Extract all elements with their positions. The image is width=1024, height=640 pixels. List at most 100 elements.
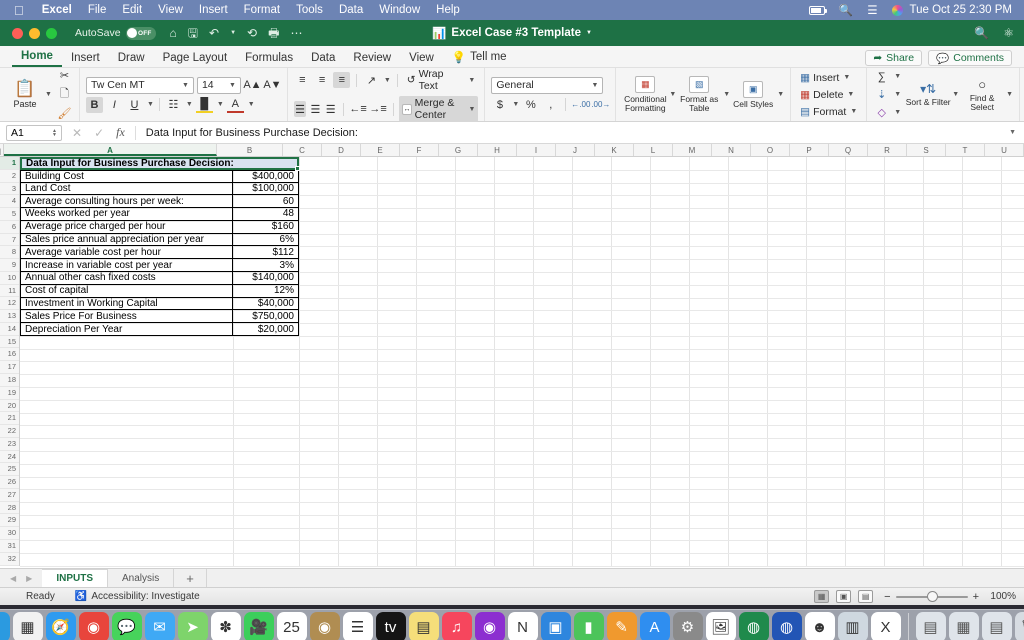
safari-icon[interactable]: 🧭 [45,612,76,640]
column-header-a[interactable]: A [4,144,217,156]
check-icon[interactable]: ✓ [94,126,104,140]
menu-window[interactable]: Window [371,4,428,16]
grid-cells[interactable]: Building Cost $400,000 Land Cost $100,000 Av… [20,157,1024,567]
percent-icon[interactable]: % [522,97,539,113]
table-row[interactable]: Building Cost $400,000 [20,169,299,183]
row-header-9[interactable]: 9 [0,259,19,272]
row-header-18[interactable]: 18 [0,374,19,387]
formula-bar-content[interactable]: Data Input for Business Purchase Decisio… [136,127,358,139]
row-header-11[interactable]: 11 [0,284,19,298]
autosave-toggle[interactable]: AutoSave OFF [75,26,156,40]
column-header-b[interactable]: B [217,144,283,156]
cell-b6[interactable]: $160 [233,220,299,234]
column-header-u[interactable]: U [985,144,1024,156]
merge-center-button[interactable]: ↔ Merge & Center ▼ [399,96,479,122]
minimized-window-dark[interactable]: ▦ [948,612,979,640]
menu-insert[interactable]: Insert [191,4,236,16]
italic-button[interactable]: I [106,97,123,113]
share-network-icon[interactable]: ⚛ [1003,27,1014,39]
row-header-21[interactable]: 21 [0,412,19,426]
cell-b11[interactable]: 12% [233,284,299,298]
menu-help[interactable]: Help [428,4,468,16]
cancel-icon[interactable]: ✕ [72,126,82,140]
conditional-formatting-chevron-icon[interactable]: ▼ [669,91,676,98]
audio-tool-icon[interactable]: ◍ [771,612,802,640]
autosum-icon[interactable]: ∑ [873,69,890,85]
photos-icon[interactable]: ✽ [210,612,241,640]
undo-chevron-icon[interactable]: ▼ [230,30,236,36]
column-header-e[interactable]: E [361,144,400,156]
cell-a12[interactable]: Investment in Working Capital [20,297,233,311]
column-header-r[interactable]: R [868,144,907,156]
zoom-knob[interactable] [926,590,938,602]
cell-styles-chevron-icon[interactable]: ▼ [777,91,784,98]
table-row[interactable]: Land Cost $100,000 [20,182,299,196]
cell-b3[interactable]: $100,000 [233,182,299,196]
arrow-left-icon[interactable]: ◀ [10,574,16,583]
mail-icon[interactable]: ✉ [144,612,175,640]
paste-chevron-icon[interactable]: ▼ [45,91,52,98]
facetime-icon[interactable]: 🎥 [243,612,274,640]
document-title-group[interactable]: 📊 Excel Case #3 Template ▼ [382,26,642,40]
orientation-icon[interactable]: ↗ [363,72,380,88]
row-header-22[interactable]: 22 [0,425,19,438]
fill-handle[interactable] [295,165,300,171]
audacity-icon[interactable]: ◍ [738,612,769,640]
page-break-view-icon[interactable]: ▤ [858,590,874,603]
trash-icon[interactable]: 🗑 [1014,612,1024,640]
cell-b5[interactable]: 48 [233,208,299,221]
currency-chevron-icon[interactable]: ▼ [512,101,519,108]
increase-decimal-icon[interactable]: ←.00 [571,97,590,113]
tell-me-box[interactable]: 💡 Tell me [443,50,516,67]
cell-a2[interactable]: Building Cost [20,169,233,183]
column-header-k[interactable]: K [595,144,634,156]
column-header-d[interactable]: D [322,144,361,156]
column-header-f[interactable]: F [400,144,439,156]
autosum-chevron-icon[interactable]: ▼ [894,73,901,80]
borders-chevron-icon[interactable]: ▼ [186,101,193,108]
notes-icon[interactable]: ▤ [408,612,439,640]
formula-bar-expand-icon[interactable]: ▼ [1009,129,1024,136]
decrease-font-size-icon[interactable]: A▼ [263,77,281,93]
teams-icon[interactable]: ☻ [804,612,835,640]
search-icon[interactable]: 🔍 [974,27,989,39]
select-all-corner[interactable] [0,144,4,156]
accessibility-button[interactable]: ♿ Accessibility: Investigate [75,591,200,602]
appletv-icon[interactable]: tv [375,612,406,640]
table-row[interactable]: Cost of capital 12% [20,284,299,298]
save-icon[interactable]: 🖫 [188,27,198,39]
minimize-button[interactable] [29,27,40,39]
fill-down-icon[interactable]: ⇣ [873,87,890,103]
autosave-switch[interactable]: OFF [125,26,156,40]
cell-a4[interactable]: Average consulting hours per week: [20,195,233,209]
system-preferences-icon[interactable]: ⚙ [672,612,703,640]
row-header-24[interactable]: 24 [0,450,19,464]
table-row[interactable]: Sales price annual appreciation per year… [20,233,299,247]
messages-icon[interactable]: 💬 [111,612,142,640]
share-button[interactable]: ➦ Share [865,50,923,66]
cell-a14[interactable]: Depreciation Per Year [20,323,233,336]
menu-excel[interactable]: Excel [34,4,80,16]
home-icon[interactable]: ⌂ [170,27,177,39]
finder-icon[interactable]: ☺ [0,612,10,640]
row-header-19[interactable]: 19 [0,386,19,400]
row-header-7[interactable]: 7 [0,233,19,247]
keynote-icon[interactable]: ▣ [540,612,571,640]
delete-cells-button[interactable]: ▦ Delete ▼ [797,88,860,102]
column-header-s[interactable]: S [907,144,946,156]
row-header-14[interactable]: 14 [0,322,19,336]
table-row[interactable]: Average variable cost per hour $112 [20,246,299,260]
format-cells-button[interactable]: ▤ Format ▼ [797,105,860,119]
row-header-20[interactable]: 20 [0,399,19,413]
align-center-icon[interactable]: ☰ [309,101,321,117]
column-header-g[interactable]: G [439,144,478,156]
menu-file[interactable]: File [80,4,115,16]
row-header-23[interactable]: 23 [0,437,19,451]
close-button[interactable] [12,27,23,39]
column-header-i[interactable]: I [517,144,556,156]
menu-view[interactable]: View [150,4,191,16]
cell-b4[interactable]: 60 [233,195,299,209]
apple-menu-icon[interactable]:  [14,4,24,17]
table-row[interactable]: Average price charged per hour $160 [20,220,299,234]
tab-draw[interactable]: Draw [109,52,154,67]
